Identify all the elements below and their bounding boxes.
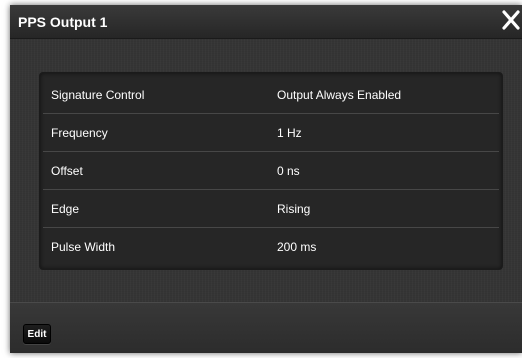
row-label: Offset bbox=[51, 164, 83, 178]
pps-output-dialog: PPS Output 1 Signature Control Output Al… bbox=[10, 5, 522, 353]
dialog-title: PPS Output 1 bbox=[18, 14, 108, 30]
row-value: 200 ms bbox=[277, 240, 317, 254]
close-icon[interactable] bbox=[500, 8, 522, 32]
dialog-titlebar: PPS Output 1 bbox=[10, 5, 522, 39]
row-label: Edge bbox=[51, 202, 80, 216]
row-label: Pulse Width bbox=[51, 240, 116, 254]
dialog-body: Signature Control Output Always Enabled … bbox=[10, 39, 522, 302]
settings-row-pulse-width: Pulse Width 200 ms bbox=[43, 228, 499, 265]
edit-button[interactable]: Edit bbox=[23, 324, 51, 344]
row-label: Frequency bbox=[51, 126, 108, 140]
row-value: 1 Hz bbox=[277, 126, 302, 140]
settings-row-frequency: Frequency 1 Hz bbox=[43, 114, 499, 152]
row-label: Signature Control bbox=[51, 88, 145, 102]
row-value: Rising bbox=[277, 202, 311, 216]
settings-panel: Signature Control Output Always Enabled … bbox=[39, 72, 503, 270]
row-value: 0 ns bbox=[277, 164, 300, 178]
dialog-footer: Edit bbox=[10, 302, 522, 353]
row-value: Output Always Enabled bbox=[277, 88, 402, 102]
settings-row-signature-control: Signature Control Output Always Enabled bbox=[43, 76, 499, 114]
settings-row-edge: Edge Rising bbox=[43, 190, 499, 228]
settings-row-offset: Offset 0 ns bbox=[43, 152, 499, 190]
